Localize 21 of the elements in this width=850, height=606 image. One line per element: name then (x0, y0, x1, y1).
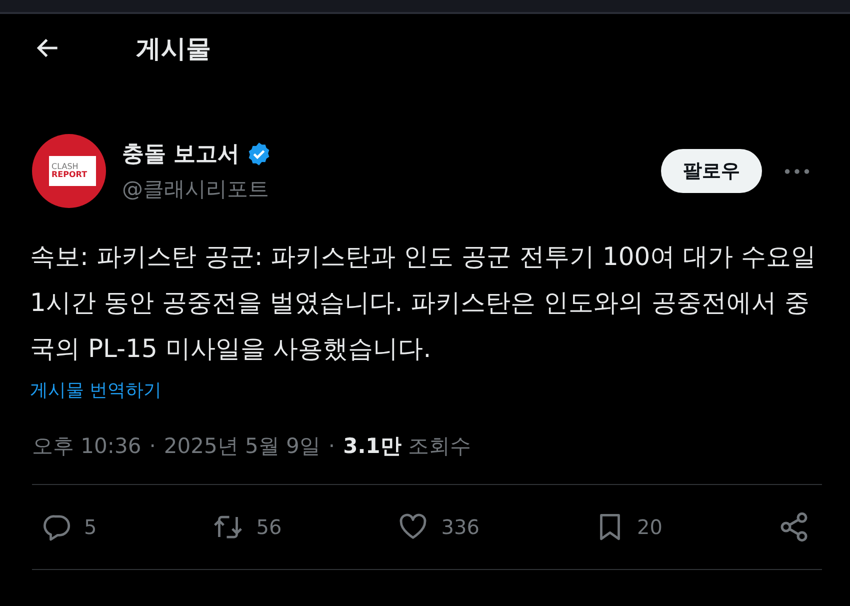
translate-link[interactable]: 게시물 번역하기 (30, 378, 162, 402)
page-title: 게시물 (136, 32, 211, 64)
share-icon[interactable] (778, 511, 810, 543)
logo-text: CLASH (52, 163, 80, 171)
action-count: 56 (256, 515, 282, 539)
author-handle: @클래시리포트 (122, 176, 270, 203)
view-count: 3.1만 조회수 (343, 433, 471, 460)
post-text: 속보: 파키스탄 공군: 파키스탄과 인도 공군 전투기 100여 대가 수요일 1시간 동안 공중전을 벌였습니다. 파키스탄은 인도와의 공중전에서 중국의 PL-15 미사일을 사용했습니다. (30, 241, 818, 365)
avatar-logo[interactable]: CLASH REPORT (32, 134, 106, 208)
action-count: 5 (84, 515, 97, 539)
follow-button[interactable]: 팔로우 (661, 149, 762, 193)
post-date[interactable]: 2025년 5월 9일 (164, 432, 320, 460)
action-count: 20 (636, 515, 662, 539)
author-name[interactable]: 충돌 보고서 (122, 139, 240, 169)
separator-dot: · (149, 434, 156, 458)
post-time[interactable]: 오후 10:36 (32, 432, 142, 460)
logo-text: REPORT (52, 171, 88, 179)
action-count: 336 (441, 515, 480, 539)
reply-icon[interactable] (42, 512, 72, 542)
more-options-icon[interactable] (784, 168, 810, 174)
separator-dot: · (328, 434, 336, 458)
